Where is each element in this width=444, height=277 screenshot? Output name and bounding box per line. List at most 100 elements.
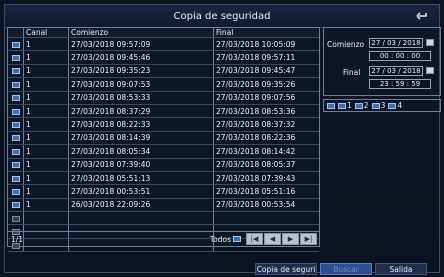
table-row[interactable]: 1 27/03/2018 07:39:40 27/03/2018 08:05:37 xyxy=(8,158,319,172)
search-button[interactable]: Buscar xyxy=(320,263,372,275)
channel-4-label: 4 xyxy=(397,101,403,110)
cell-canal: 1 xyxy=(23,37,69,52)
cell-comienzo: 27/03/2018 09:35:23 xyxy=(68,64,214,79)
cell-canal: 1 xyxy=(23,171,69,186)
pagination: |◀ ◀ ▶ ▶| xyxy=(246,233,317,245)
start-calendar-icon[interactable] xyxy=(426,39,434,46)
select-all-label: Todos xyxy=(209,234,231,244)
last-page-icon: ▶| xyxy=(304,235,313,243)
cell-comienzo: 26/03/2018 22:09:26 xyxy=(68,198,214,213)
channel-2-label: 2 xyxy=(363,101,369,110)
cell-canal: 1 xyxy=(23,158,69,172)
first-page-icon: |◀ xyxy=(250,235,259,243)
end-time-field[interactable]: 23 : 59 : 59 xyxy=(369,79,431,89)
last-page-button[interactable]: ▶| xyxy=(300,233,317,245)
table-row[interactable]: 1 27/03/2018 00:53:51 27/03/2018 05:51:16 xyxy=(8,184,319,199)
row-checkbox-cell xyxy=(8,158,24,172)
table-row[interactable]: 1 27/03/2018 09:35:23 27/03/2018 09:45:47 xyxy=(8,64,319,79)
cell-canal: 1 xyxy=(23,131,69,146)
table-row[interactable]: 1 27/03/2018 08:22:33 27/03/2018 08:37:32 xyxy=(8,117,319,132)
empty-cell xyxy=(213,211,319,226)
cell-canal: 1 xyxy=(23,184,69,199)
row-checkbox-cell xyxy=(8,104,24,119)
channel-3[interactable]: 3 xyxy=(371,101,386,110)
back-button[interactable] xyxy=(413,8,431,24)
row-checkbox-cell xyxy=(8,77,24,92)
header-canal: Canal xyxy=(23,28,69,38)
table-row[interactable]: 1 27/03/2018 09:07:53 27/03/2018 09:35:26 xyxy=(8,77,319,92)
table-row[interactable]: 1 27/03/2018 08:05:34 27/03/2018 08:14:42 xyxy=(8,144,319,159)
row-checkbox[interactable] xyxy=(11,81,20,88)
start-date-field[interactable]: 27 / 03 / 2018 xyxy=(369,38,423,48)
row-checkbox-cell xyxy=(8,184,24,199)
row-checkbox[interactable] xyxy=(11,148,20,155)
first-page-button[interactable]: |◀ xyxy=(246,233,263,245)
select-all[interactable]: Todos xyxy=(210,235,241,244)
cell-final: 27/03/2018 05:51:16 xyxy=(213,184,319,199)
row-checkbox[interactable] xyxy=(11,162,20,169)
channel-selector: 1 2 3 4 xyxy=(323,99,441,112)
row-checkbox[interactable] xyxy=(11,68,20,75)
cell-canal: 1 xyxy=(23,104,69,119)
channel-2-checkbox[interactable] xyxy=(354,102,363,109)
cell-final: 27/03/2018 08:22:36 xyxy=(213,131,319,146)
channel-2[interactable]: 2 xyxy=(354,101,369,110)
backup-button[interactable]: Copia de seguri xyxy=(255,263,317,275)
channel-1-checkbox[interactable] xyxy=(338,102,346,109)
table-row[interactable]: 1 27/03/2018 08:37:29 27/03/2018 08:53:36 xyxy=(8,104,319,119)
table-header-row: Canal Comienzo Final xyxy=(8,28,319,38)
next-page-button[interactable]: ▶ xyxy=(282,233,299,245)
channel-1[interactable]: 1 xyxy=(338,101,352,110)
channel-3-label: 3 xyxy=(380,101,386,110)
channel-3-checkbox[interactable] xyxy=(371,102,380,109)
table-row[interactable]: 1 26/03/2018 22:09:26 27/03/2018 00:53:54 xyxy=(8,198,319,213)
channel-4[interactable]: 4 xyxy=(388,101,402,110)
cell-comienzo: 27/03/2018 07:39:40 xyxy=(68,158,214,172)
empty-row xyxy=(8,211,319,226)
row-checkbox-cell xyxy=(8,64,24,79)
cell-comienzo: 27/03/2018 08:14:39 xyxy=(68,131,214,146)
end-date-field[interactable]: 27 / 03 / 2018 xyxy=(369,66,423,76)
exit-button[interactable]: Salida xyxy=(375,263,427,275)
channel-4-checkbox[interactable] xyxy=(388,102,397,109)
cell-comienzo: 27/03/2018 08:37:29 xyxy=(68,104,214,119)
cell-final: 27/03/2018 08:14:42 xyxy=(213,144,319,159)
cell-final: 27/03/2018 09:57:11 xyxy=(213,50,319,65)
row-checkbox[interactable] xyxy=(11,188,20,195)
all-channels-checkbox[interactable] xyxy=(327,102,335,109)
row-checkbox-cell xyxy=(8,117,24,132)
cell-comienzo: 27/03/2018 08:05:34 xyxy=(68,144,214,159)
table-row[interactable]: 1 27/03/2018 08:14:39 27/03/2018 08:22:36 xyxy=(8,131,319,146)
row-checkbox-cell xyxy=(8,144,24,159)
title-bar: Copia de seguridad xyxy=(5,5,439,28)
cell-canal: 1 xyxy=(23,198,69,213)
row-checkbox[interactable] xyxy=(11,175,20,182)
row-checkbox[interactable] xyxy=(11,135,20,142)
row-checkbox[interactable] xyxy=(11,41,20,48)
prev-page-button[interactable]: ◀ xyxy=(264,233,281,245)
window-title: Copia de seguridad xyxy=(173,10,271,22)
row-checkbox[interactable] xyxy=(11,122,20,129)
row-checkbox[interactable] xyxy=(11,95,20,102)
row-checkbox[interactable] xyxy=(11,202,20,209)
table-row[interactable]: 1 27/03/2018 09:57:09 27/03/2018 10:05:09 xyxy=(8,37,319,52)
cell-comienzo: 27/03/2018 05:51:13 xyxy=(68,171,214,186)
cell-final: 27/03/2018 08:37:32 xyxy=(213,117,319,132)
header-checkbox-col xyxy=(8,28,24,38)
table-row[interactable]: 1 27/03/2018 05:51:13 27/03/2018 07:39:43 xyxy=(8,171,319,186)
table-row[interactable]: 1 27/03/2018 09:45:46 27/03/2018 09:57:11 xyxy=(8,50,319,65)
row-checkbox-cell xyxy=(8,198,24,213)
row-checkbox[interactable] xyxy=(11,55,20,62)
header-final: Final xyxy=(213,28,319,38)
channel-1-label: 1 xyxy=(347,101,352,110)
end-calendar-icon[interactable] xyxy=(426,67,434,74)
row-checkbox-cell xyxy=(8,50,24,65)
row-checkbox[interactable] xyxy=(11,108,20,115)
cell-final: 27/03/2018 09:35:26 xyxy=(213,77,319,92)
cell-canal: 1 xyxy=(23,64,69,79)
cell-final: 27/03/2018 09:45:47 xyxy=(213,64,319,79)
table-row[interactable]: 1 27/03/2018 08:53:33 27/03/2018 09:07:56 xyxy=(8,91,319,105)
start-time-field[interactable]: 00 : 00 : 00 xyxy=(369,51,431,61)
recordings-table: Canal Comienzo Final 1 27/03/2018 09:57:0… xyxy=(7,27,320,253)
select-all-checkbox[interactable] xyxy=(233,236,241,242)
